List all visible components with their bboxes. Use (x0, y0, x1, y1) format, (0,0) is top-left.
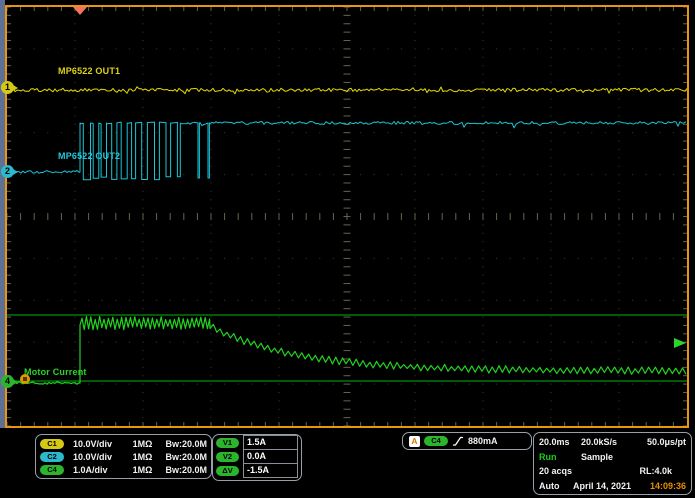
sample-rate: 20.0kS/s (581, 437, 647, 447)
acquisition-mode: Sample (581, 452, 686, 462)
c2-coupling: 1MΩ (133, 452, 166, 462)
c2-bandwidth: Bw:20.0M (165, 452, 207, 462)
readout-bar: C1 10.0V/div 1MΩ Bw:20.0M C2 10.0V/div 1… (0, 428, 695, 498)
ch2-trace-label: MP6522 OUT2 (58, 151, 120, 161)
ch2-position-marker[interactable]: 2 (1, 165, 14, 178)
c4-bandwidth: Bw:20.0M (165, 465, 207, 475)
c1-bandwidth: Bw:20.0M (165, 439, 207, 449)
trigger-level-icon[interactable] (674, 338, 686, 348)
ch4-trace-label: Motor Current (24, 367, 87, 377)
trigger-mode: Auto (539, 481, 573, 491)
c4-badge[interactable]: C4 (40, 465, 64, 475)
channel-row-c1[interactable]: C1 10.0V/div 1MΩ Bw:20.0M (40, 437, 207, 450)
c4-reference-marker-icon (20, 374, 30, 384)
c4-coupling: 1MΩ (133, 465, 166, 475)
dv-value: -1.5A (243, 463, 298, 478)
v2-value[interactable]: 0.0A (243, 449, 298, 464)
acquisition-state: Run (539, 452, 581, 462)
trigger-level-value: 880mA (468, 436, 498, 446)
date-display: April 14, 2021 (573, 481, 650, 491)
v2-badge[interactable]: V2 (216, 452, 239, 462)
channel-row-c4[interactable]: C4 1.0A/div 1MΩ Bw:20.0M (40, 463, 207, 476)
cursor-row-v1: V1 1.5A (216, 436, 298, 450)
ch1-trace (7, 87, 687, 94)
timebase-scale: 20.0ms (539, 437, 581, 447)
time-display: 14:09:36 (650, 481, 686, 491)
trigger-readout-panel[interactable]: A C4 880mA (402, 432, 532, 450)
c4-scale: 1.0A/div (73, 465, 133, 475)
timebase-panel[interactable]: 20.0ms 20.0kS/s 50.0μs/pt Run Sample 20 … (533, 432, 692, 495)
cursor-row-dv: ΔV -1.5A (216, 464, 298, 478)
c1-badge[interactable]: C1 (40, 439, 64, 449)
cursor-row-v2: V2 0.0A (216, 450, 298, 464)
cursor-readout-panel[interactable]: V1 1.5A V2 0.0A ΔV -1.5A (212, 434, 302, 481)
time-resolution: 50.0μs/pt (647, 437, 686, 447)
channel-row-c2[interactable]: C2 10.0V/div 1MΩ Bw:20.0M (40, 450, 207, 463)
scope-display: MP6522 OUT1 MP6522 OUT2 Motor Current 1 … (5, 5, 689, 428)
record-length: RL:4.0k (639, 466, 672, 476)
channel-settings-panel[interactable]: C1 10.0V/div 1MΩ Bw:20.0M C2 10.0V/div 1… (35, 434, 212, 479)
acquisition-count: 20 acqs (539, 466, 639, 476)
ch1-trace-label: MP6522 OUT1 (58, 66, 120, 76)
c2-badge[interactable]: C2 (40, 452, 64, 462)
rising-slope-icon (452, 435, 464, 448)
c1-scale: 10.0V/div (73, 439, 133, 449)
dv-badge[interactable]: ΔV (216, 466, 239, 476)
v1-value[interactable]: 1.5A (243, 435, 298, 450)
ch1-position-marker[interactable]: 1 (1, 81, 14, 94)
trigger-source-badge[interactable]: C4 (424, 436, 448, 446)
c2-scale: 10.0V/div (73, 452, 133, 462)
trigger-a-badge[interactable]: A (409, 436, 420, 447)
ch4-position-marker[interactable]: 4 (1, 375, 14, 388)
c1-coupling: 1MΩ (133, 439, 166, 449)
v1-badge[interactable]: V1 (216, 438, 239, 448)
